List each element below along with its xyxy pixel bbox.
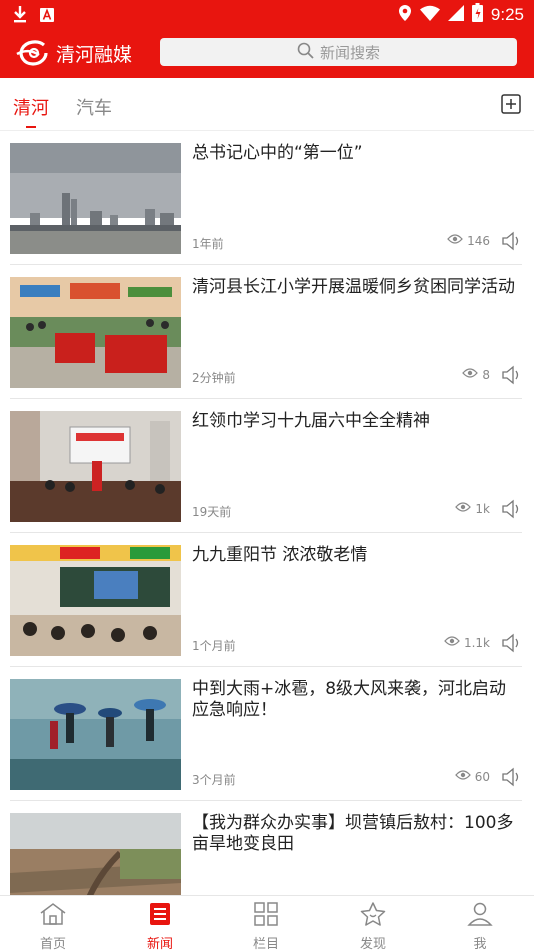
- speaker-icon[interactable]: [500, 632, 522, 654]
- news-item[interactable]: 总书记心中的“第一位” 1年前 146: [10, 131, 522, 265]
- app-logo-icon: [16, 39, 52, 67]
- news-icon: [148, 902, 172, 930]
- news-time: 3个月前: [192, 773, 236, 787]
- home-icon: [39, 902, 67, 930]
- news-time: 1年前: [192, 237, 224, 251]
- nav-home[interactable]: 首页: [13, 902, 93, 952]
- news-title: 总书记心中的“第一位”: [192, 143, 363, 163]
- view-count: 1k: [455, 501, 490, 516]
- eye-icon: [447, 233, 463, 248]
- star-icon: [360, 902, 386, 930]
- channel-tab-bar: 清河 汽车: [0, 78, 534, 131]
- eye-icon: [455, 501, 472, 516]
- nav-discover-label: 发现: [359, 937, 386, 952]
- nav-me-label: 我: [473, 937, 487, 952]
- eye-icon: [462, 367, 479, 382]
- news-item[interactable]: 【我为群众办实事】坝营镇后敖村：100多亩旱地变良田: [10, 801, 522, 895]
- news-item[interactable]: 红领巾学习十九届六中全全精神 19天前 1k: [10, 399, 522, 533]
- nav-news[interactable]: 新闻: [120, 902, 200, 952]
- news-thumbnail: [10, 679, 181, 790]
- app-title: 清河融媒: [56, 44, 133, 66]
- status-bar: 9:25: [0, 0, 534, 28]
- news-title: 清河县长江小学开展温暖侗乡贫困同学活动: [192, 277, 515, 297]
- news-item[interactable]: 清河县长江小学开展温暖侗乡贫困同学活动 2分钟前 8: [10, 265, 522, 399]
- nav-news-label: 新闻: [146, 937, 173, 952]
- news-item[interactable]: 中到大雨+冰雹，8级大风来袭，河北启动应急响应！ 3个月前 60: [10, 667, 522, 801]
- active-tab-indicator: [26, 126, 36, 128]
- tab-qinghe[interactable]: 清河: [13, 94, 49, 120]
- news-time: 19天前: [192, 505, 232, 519]
- news-thumbnail: [10, 143, 181, 254]
- news-item[interactable]: 九九重阳节 浓浓敬老情 1个月前 1.1k: [10, 533, 522, 667]
- news-time: 1个月前: [192, 639, 236, 653]
- search-placeholder: 新闻搜索: [319, 43, 380, 62]
- speaker-icon[interactable]: [500, 766, 522, 788]
- add-channel-icon[interactable]: [501, 94, 521, 114]
- grid-icon: [254, 902, 278, 930]
- app-bar: 清河融媒 新闻搜索: [0, 28, 534, 78]
- a-badge-icon: [40, 7, 54, 26]
- nav-me[interactable]: 我: [440, 902, 520, 952]
- search-icon: [297, 42, 314, 63]
- view-count-value: 60: [474, 769, 490, 784]
- eye-icon: [444, 635, 460, 650]
- news-title: 红领巾学习十九届六中全全精神: [192, 411, 430, 431]
- view-count: 1.1k: [444, 635, 490, 650]
- download-icon: [12, 5, 28, 27]
- speaker-icon[interactable]: [500, 230, 522, 252]
- view-count: 146: [447, 233, 490, 248]
- nav-discover[interactable]: 发现: [333, 902, 413, 952]
- profile-icon: [467, 902, 493, 930]
- news-thumbnail: [10, 411, 181, 522]
- view-count-value: 1k: [475, 501, 490, 516]
- news-list: 总书记心中的“第一位” 1年前 146 清河县长江小学开展温暖侗乡贫困同学活动 …: [0, 131, 534, 895]
- view-count: 8: [462, 367, 490, 382]
- bottom-navigation: 首页 新闻 栏目 发现 我: [0, 895, 534, 952]
- news-thumbnail: [10, 813, 181, 895]
- news-title: 【我为群众办实事】坝营镇后敖村：100多亩旱地变良田: [192, 813, 514, 854]
- news-thumbnail: [10, 545, 181, 656]
- news-thumbnail: [10, 277, 181, 388]
- nav-home-label: 首页: [39, 937, 66, 952]
- speaker-icon[interactable]: [500, 498, 522, 520]
- eye-icon: [454, 769, 471, 784]
- wifi-icon: [419, 5, 440, 26]
- view-count-value: 1.1k: [463, 635, 490, 650]
- news-title: 九九重阳节 浓浓敬老情: [192, 545, 368, 565]
- speaker-icon[interactable]: [500, 364, 522, 386]
- signal-icon: [447, 4, 464, 26]
- nav-columns-label: 栏目: [252, 937, 279, 952]
- location-icon: [398, 4, 412, 27]
- tab-qiche[interactable]: 汽车: [76, 94, 112, 120]
- status-time: 9:25: [490, 5, 524, 24]
- nav-columns[interactable]: 栏目: [226, 902, 306, 952]
- view-count-value: 8: [482, 367, 490, 382]
- view-count-value: 146: [467, 233, 490, 248]
- news-title: 中到大雨+冰雹，8级大风来袭，河北启动应急响应！: [192, 679, 507, 720]
- battery-charging-icon: [471, 3, 483, 27]
- view-count: 60: [454, 769, 490, 784]
- search-input[interactable]: 新闻搜索: [160, 38, 517, 66]
- news-time: 2分钟前: [192, 371, 236, 385]
